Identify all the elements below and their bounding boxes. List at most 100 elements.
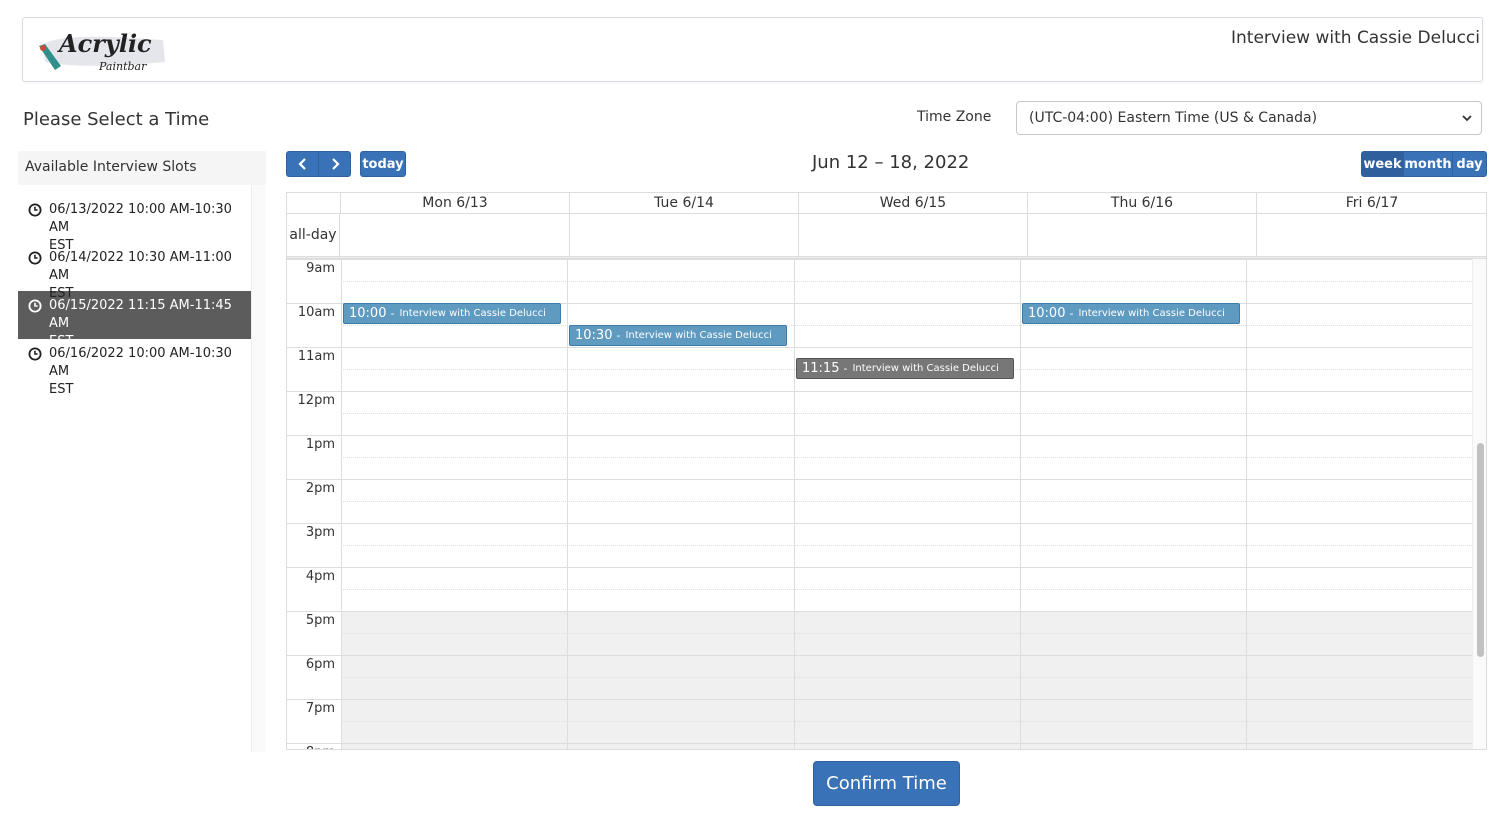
half-hour-gridline bbox=[341, 457, 1472, 458]
slot-text: 06/13/2022 10:00 AM-10:30 AM EST bbox=[49, 201, 243, 253]
slot-item[interactable]: 06/13/2022 10:00 AM-10:30 AM EST bbox=[18, 195, 251, 253]
hour-gridline bbox=[287, 523, 1472, 524]
allday-cell[interactable] bbox=[570, 214, 799, 257]
hour-gridline bbox=[287, 699, 1472, 700]
axis-header bbox=[287, 193, 341, 214]
hour-gridline bbox=[287, 611, 1472, 612]
hour-label: 9am bbox=[306, 261, 335, 276]
clock-icon bbox=[28, 347, 42, 361]
slot-text: 06/15/2022 11:15 AM-11:45 AM EST bbox=[49, 297, 243, 349]
calendar-scroll-thumb[interactable] bbox=[1477, 443, 1484, 657]
hour-label: 1pm bbox=[305, 437, 335, 452]
allday-cell[interactable] bbox=[1257, 214, 1486, 257]
calendar-range-title: Jun 12 – 18, 2022 bbox=[812, 152, 970, 173]
page-header: Acrylic Paintbar Interview with Cassie D… bbox=[22, 17, 1483, 82]
event-time: 10:00 bbox=[1028, 306, 1066, 321]
hour-label: 4pm bbox=[305, 569, 335, 584]
event-title: Interview with Cassie Delucci bbox=[399, 308, 546, 319]
hour-label: 6pm bbox=[305, 657, 335, 672]
calendar-event[interactable]: 10:30- Interview with Cassie Delucci bbox=[569, 325, 787, 346]
interview-title: Interview with Cassie Delucci bbox=[1231, 28, 1480, 48]
timezone-selected-value: (UTC-04:00) Eastern Time (US & Canada) bbox=[1029, 110, 1318, 126]
hour-label: 5pm bbox=[305, 613, 335, 628]
event-time: 10:00 bbox=[349, 306, 387, 321]
slot-item[interactable]: 06/16/2022 10:00 AM-10:30 AM EST bbox=[18, 339, 251, 397]
view-month-button[interactable]: month bbox=[1403, 151, 1453, 177]
slots-header: Available Interview Slots bbox=[25, 159, 197, 175]
svg-text:Paintbar: Paintbar bbox=[98, 60, 147, 73]
clock-icon bbox=[28, 299, 42, 313]
brand-logo: Acrylic Paintbar bbox=[33, 22, 173, 78]
half-hour-gridline bbox=[341, 633, 1472, 634]
slots-scrollbar[interactable] bbox=[251, 185, 266, 752]
available-slots-panel: Available Interview Slots 06/13/2022 10:… bbox=[18, 151, 266, 752]
allday-cell[interactable] bbox=[1028, 214, 1257, 257]
hour-gridline bbox=[287, 655, 1472, 656]
half-hour-gridline bbox=[341, 545, 1472, 546]
slot-text: 06/14/2022 10:30 AM-11:00 AM EST bbox=[49, 249, 243, 301]
week-calendar: all-day 9am 10am 11am 12pm 1pm 2pm 3pm 4pm 5pm 6p… bbox=[286, 192, 1487, 750]
event-title: Interview with Cassie Delucci bbox=[1078, 308, 1225, 319]
today-button[interactable]: today bbox=[360, 151, 406, 177]
calendar-event[interactable]: 11:15- Interview with Cassie Delucci bbox=[796, 358, 1014, 379]
allday-cell[interactable] bbox=[341, 214, 570, 257]
half-hour-gridline bbox=[341, 721, 1472, 722]
hour-label: 11am bbox=[297, 349, 335, 364]
day-header: Tue 6/14 bbox=[570, 193, 799, 214]
day-header: Wed 6/15 bbox=[799, 193, 1028, 214]
calendar-scrollbar[interactable] bbox=[1472, 259, 1486, 749]
day-header: Mon 6/13 bbox=[341, 193, 570, 214]
event-separator: - bbox=[390, 307, 395, 320]
hour-label: 7pm bbox=[305, 701, 335, 716]
slot-timezone: EST bbox=[49, 382, 74, 397]
event-time: 10:30 bbox=[575, 328, 613, 343]
hour-label: 3pm bbox=[305, 525, 335, 540]
event-title: Interview with Cassie Delucci bbox=[625, 330, 772, 341]
calendar-event[interactable]: 10:00- Interview with Cassie Delucci bbox=[1022, 303, 1240, 324]
slot-item[interactable]: 06/15/2022 11:15 AM-11:45 AM EST bbox=[18, 291, 251, 349]
event-title: Interview with Cassie Delucci bbox=[852, 363, 999, 374]
day-header: Thu 6/16 bbox=[1028, 193, 1257, 214]
view-day-button[interactable]: day bbox=[1452, 151, 1487, 177]
page-heading: Please Select a Time bbox=[23, 109, 210, 130]
event-separator: - bbox=[1069, 307, 1074, 320]
event-separator: - bbox=[843, 362, 848, 375]
hour-label: 12pm bbox=[297, 393, 335, 408]
allday-cell[interactable] bbox=[799, 214, 1028, 257]
hour-gridline bbox=[287, 391, 1472, 392]
half-hour-gridline bbox=[341, 325, 1472, 326]
day-header: Fri 6/17 bbox=[1257, 193, 1486, 214]
hour-label: 2pm bbox=[305, 481, 335, 496]
chevron-left-icon bbox=[297, 158, 306, 170]
calendar-event[interactable]: 10:00- Interview with Cassie Delucci bbox=[343, 303, 561, 324]
next-week-button[interactable] bbox=[318, 151, 351, 177]
slot-datetime: 06/14/2022 10:30 AM-11:00 AM bbox=[49, 250, 232, 283]
half-hour-gridline bbox=[341, 589, 1472, 590]
allday-label: all-day bbox=[287, 214, 340, 257]
hour-gridline bbox=[287, 479, 1472, 480]
slot-item[interactable]: 06/14/2022 10:30 AM-11:00 AM EST bbox=[18, 243, 251, 301]
hour-label: 8pm bbox=[287, 745, 335, 749]
timezone-select[interactable]: (UTC-04:00) Eastern Time (US & Canada) bbox=[1016, 101, 1482, 135]
view-week-button[interactable]: week bbox=[1361, 151, 1404, 177]
half-hour-gridline bbox=[341, 413, 1472, 414]
prev-week-button[interactable] bbox=[286, 151, 319, 177]
clock-icon bbox=[28, 251, 42, 265]
slot-text: 06/16/2022 10:00 AM-10:30 AM EST bbox=[49, 345, 243, 397]
chevron-down-icon bbox=[1462, 115, 1472, 122]
hour-gridline bbox=[287, 567, 1472, 568]
confirm-time-button[interactable]: Confirm Time bbox=[813, 761, 960, 806]
time-grid: 9am 10am 11am 12pm 1pm 2pm 3pm 4pm 5pm 6pm 7pm 8pm 1… bbox=[287, 259, 1472, 749]
slot-datetime: 06/16/2022 10:00 AM-10:30 AM bbox=[49, 346, 232, 379]
timezone-label: Time Zone bbox=[917, 109, 992, 125]
event-time: 11:15 bbox=[802, 361, 840, 376]
slot-datetime: 06/15/2022 11:15 AM-11:45 AM bbox=[49, 298, 232, 331]
slots-list: 06/13/2022 10:00 AM-10:30 AM EST 06/14/202… bbox=[18, 185, 251, 752]
hour-gridline bbox=[287, 435, 1472, 436]
clock-icon bbox=[28, 203, 42, 217]
half-hour-gridline bbox=[341, 281, 1472, 282]
hour-gridline bbox=[287, 259, 1472, 260]
slot-datetime: 06/13/2022 10:00 AM-10:30 AM bbox=[49, 202, 232, 235]
svg-text:Acrylic: Acrylic bbox=[57, 29, 152, 58]
hour-gridline bbox=[287, 743, 1472, 744]
